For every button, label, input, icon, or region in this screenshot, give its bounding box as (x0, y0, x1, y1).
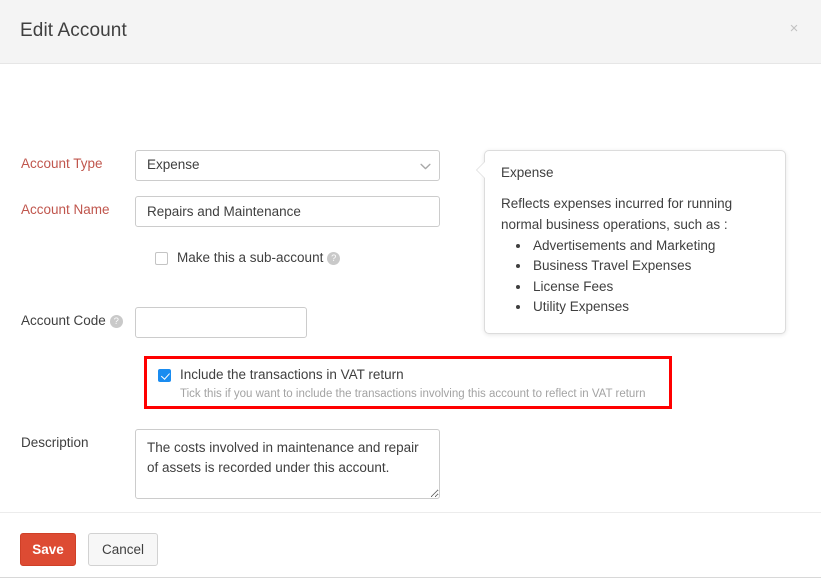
sub-account-row: Make this a sub-account? (155, 250, 340, 266)
sub-account-checkbox[interactable] (155, 252, 168, 265)
account-code-label: Account Code? (0, 307, 135, 328)
help-icon-account-code[interactable]: ? (110, 315, 123, 328)
field-row-account-code: Account Code? (0, 307, 307, 338)
help-icon-sub-account[interactable]: ? (327, 252, 340, 265)
field-row-account-type: Account Type Expense (0, 150, 440, 181)
bottom-divider (0, 577, 821, 578)
cancel-button[interactable]: Cancel (88, 533, 158, 566)
list-item: License Fees (531, 277, 769, 297)
account-name-input[interactable] (135, 196, 440, 227)
description-textarea[interactable] (135, 429, 440, 499)
vat-return-hint: Tick this if you want to include the tra… (180, 388, 646, 400)
save-button[interactable]: Save (20, 533, 76, 566)
tooltip-list: Advertisements and Marketing Business Tr… (501, 236, 769, 317)
description-label: Description (0, 429, 135, 450)
sub-account-label: Make this a sub-account? (177, 250, 340, 266)
account-name-label: Account Name (0, 196, 135, 217)
vat-return-group: Include the transactions in VAT return T… (158, 367, 646, 400)
page-title: Edit Account (20, 20, 127, 42)
modal-body: Account Type Expense Account Name Make t… (0, 64, 821, 511)
account-type-info-tooltip: Expense Reflects expenses incurred for r… (484, 150, 786, 334)
vat-return-highlight: Include the transactions in VAT return T… (144, 356, 672, 409)
vat-return-label: Include the transactions in VAT return (180, 367, 404, 383)
account-type-select[interactable]: Expense (135, 150, 440, 181)
field-row-account-name: Account Name (0, 196, 440, 227)
list-item: Advertisements and Marketing (531, 236, 769, 256)
account-type-label: Account Type (0, 150, 135, 171)
sub-account-label-text: Make this a sub-account (177, 250, 323, 265)
list-item: Utility Expenses (531, 297, 769, 317)
tooltip-description: Reflects expenses incurred for running n… (501, 194, 769, 235)
account-code-label-text: Account Code (21, 313, 106, 328)
account-code-input[interactable] (135, 307, 307, 338)
vat-return-checkbox[interactable] (158, 369, 171, 382)
chevron-down-icon (420, 163, 429, 169)
field-row-description: Description (0, 429, 440, 499)
close-icon[interactable]: × (785, 20, 803, 38)
tooltip-title: Expense (501, 165, 769, 180)
list-item: Business Travel Expenses (531, 256, 769, 276)
account-type-value: Expense (147, 157, 200, 172)
modal-footer: Save Cancel (0, 512, 821, 585)
modal-header: Edit Account × (0, 0, 821, 64)
